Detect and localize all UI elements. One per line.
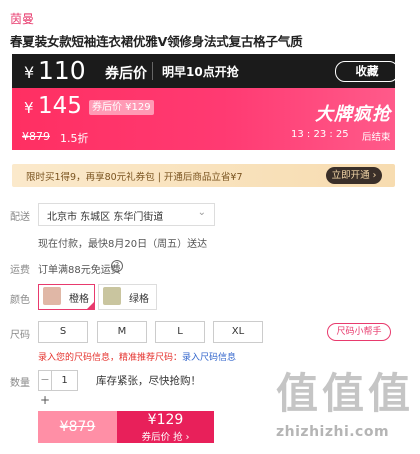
promo-band: ¥ 145 券后价 ¥129 ¥879 1.5折 大牌疯抢 13 : 23 : … — [12, 88, 395, 150]
product-title: 春夏装女款短袖连衣裙优雅V领修身法式复古格子气质 — [10, 34, 303, 49]
watermark-logo: 值值值 — [276, 369, 415, 418]
selected-check-icon — [86, 301, 95, 310]
delivery-label: 配送 — [10, 212, 30, 223]
size-option-s[interactable]: S — [38, 321, 88, 343]
color-option-green-check[interactable]: 绿格 — [98, 284, 157, 310]
event-title: 大牌疯抢 — [315, 104, 391, 125]
presale-price-label: 券后价 — [105, 66, 147, 82]
presale-divider — [152, 62, 153, 80]
color-label: 颜色 — [10, 295, 30, 306]
freight-label: 运费 — [10, 265, 30, 276]
size-helper-button[interactable]: 尺码小帮手 — [327, 323, 391, 341]
promo-currency: ¥ — [24, 99, 34, 117]
presale-bar: ¥ 110 券后价 明早10点开抢 收藏 — [12, 54, 399, 88]
quantity-label: 数量 — [10, 378, 30, 389]
help-icon[interactable]: ? — [111, 260, 123, 272]
color-swatch-thumbnail — [43, 287, 61, 305]
size-hint: 录入您的尺码信息，精准推荐尺码：录入尺码信息 — [38, 350, 236, 363]
countdown-suffix: 后结束 — [362, 132, 391, 143]
chevron-down-icon: ⌄ — [197, 207, 206, 218]
quantity-input[interactable]: 1 — [52, 371, 77, 390]
freight-text: 订单满88元免运费 — [38, 265, 121, 276]
delivery-estimate: 现在付款，最快8月20日（周五）送达 — [38, 239, 208, 250]
address-value: 北京市 东城区 东华门街道 — [47, 212, 164, 223]
size-label: 尺码 — [10, 330, 30, 341]
presale-currency: ¥ — [24, 63, 35, 82]
discount-label: 1.5折 — [60, 132, 89, 145]
quantity-minus-button[interactable]: − — [39, 371, 52, 390]
coupon-price-tag: 券后价 ¥129 — [89, 100, 154, 115]
size-option-l[interactable]: L — [155, 321, 205, 343]
size-option-xl[interactable]: XL — [213, 321, 263, 343]
quantity-plus-button[interactable]: + — [40, 393, 50, 407]
quantity-stepper: − 1 — [38, 370, 78, 391]
site-watermark: 值值值 zhizhizhi.com — [276, 360, 415, 440]
presale-price: 110 — [38, 56, 86, 85]
buy-price: ¥129 — [147, 412, 184, 428]
color-option-label: 绿格 — [129, 294, 149, 305]
buy-subtitle: 券后价 抢 › — [141, 432, 190, 443]
address-select[interactable]: 北京市 东城区 东华门街道 ⌄ — [38, 203, 215, 226]
countdown-timer: 13 : 23 : 25 — [291, 129, 349, 140]
original-price-button[interactable]: ¥879 — [38, 411, 117, 443]
vip-activate-button[interactable]: 立即开通 › — [326, 167, 382, 184]
presale-start-time: 明早10点开抢 — [162, 65, 239, 79]
collect-button[interactable]: 收藏 — [335, 61, 399, 82]
size-hint-text: 录入您的尺码信息，精准推荐尺码： — [38, 353, 183, 363]
original-price: ¥879 — [22, 130, 50, 143]
size-option-m[interactable]: M — [97, 321, 147, 343]
color-swatch-thumbnail — [103, 287, 121, 305]
brand-link[interactable]: 茵曼 — [10, 10, 34, 27]
stock-warning: 库存紧张，尽快抢购！ — [96, 375, 201, 387]
vip-banner: 限时买1得9，再享80元礼券包 | 开通后商品立省¥7 立即开通 › — [12, 164, 395, 187]
color-option-orange-check[interactable]: 橙格 — [38, 284, 95, 310]
vip-offer-text: 限时买1得9，再享80元礼券包 | 开通后商品立省¥7 — [26, 172, 243, 183]
size-info-link[interactable]: 录入尺码信息 — [182, 353, 236, 363]
promo-price: 145 — [38, 93, 82, 119]
buy-now-button[interactable]: ¥129 券后价 抢 › — [117, 411, 214, 443]
watermark-url: zhizhizhi.com — [276, 424, 390, 440]
